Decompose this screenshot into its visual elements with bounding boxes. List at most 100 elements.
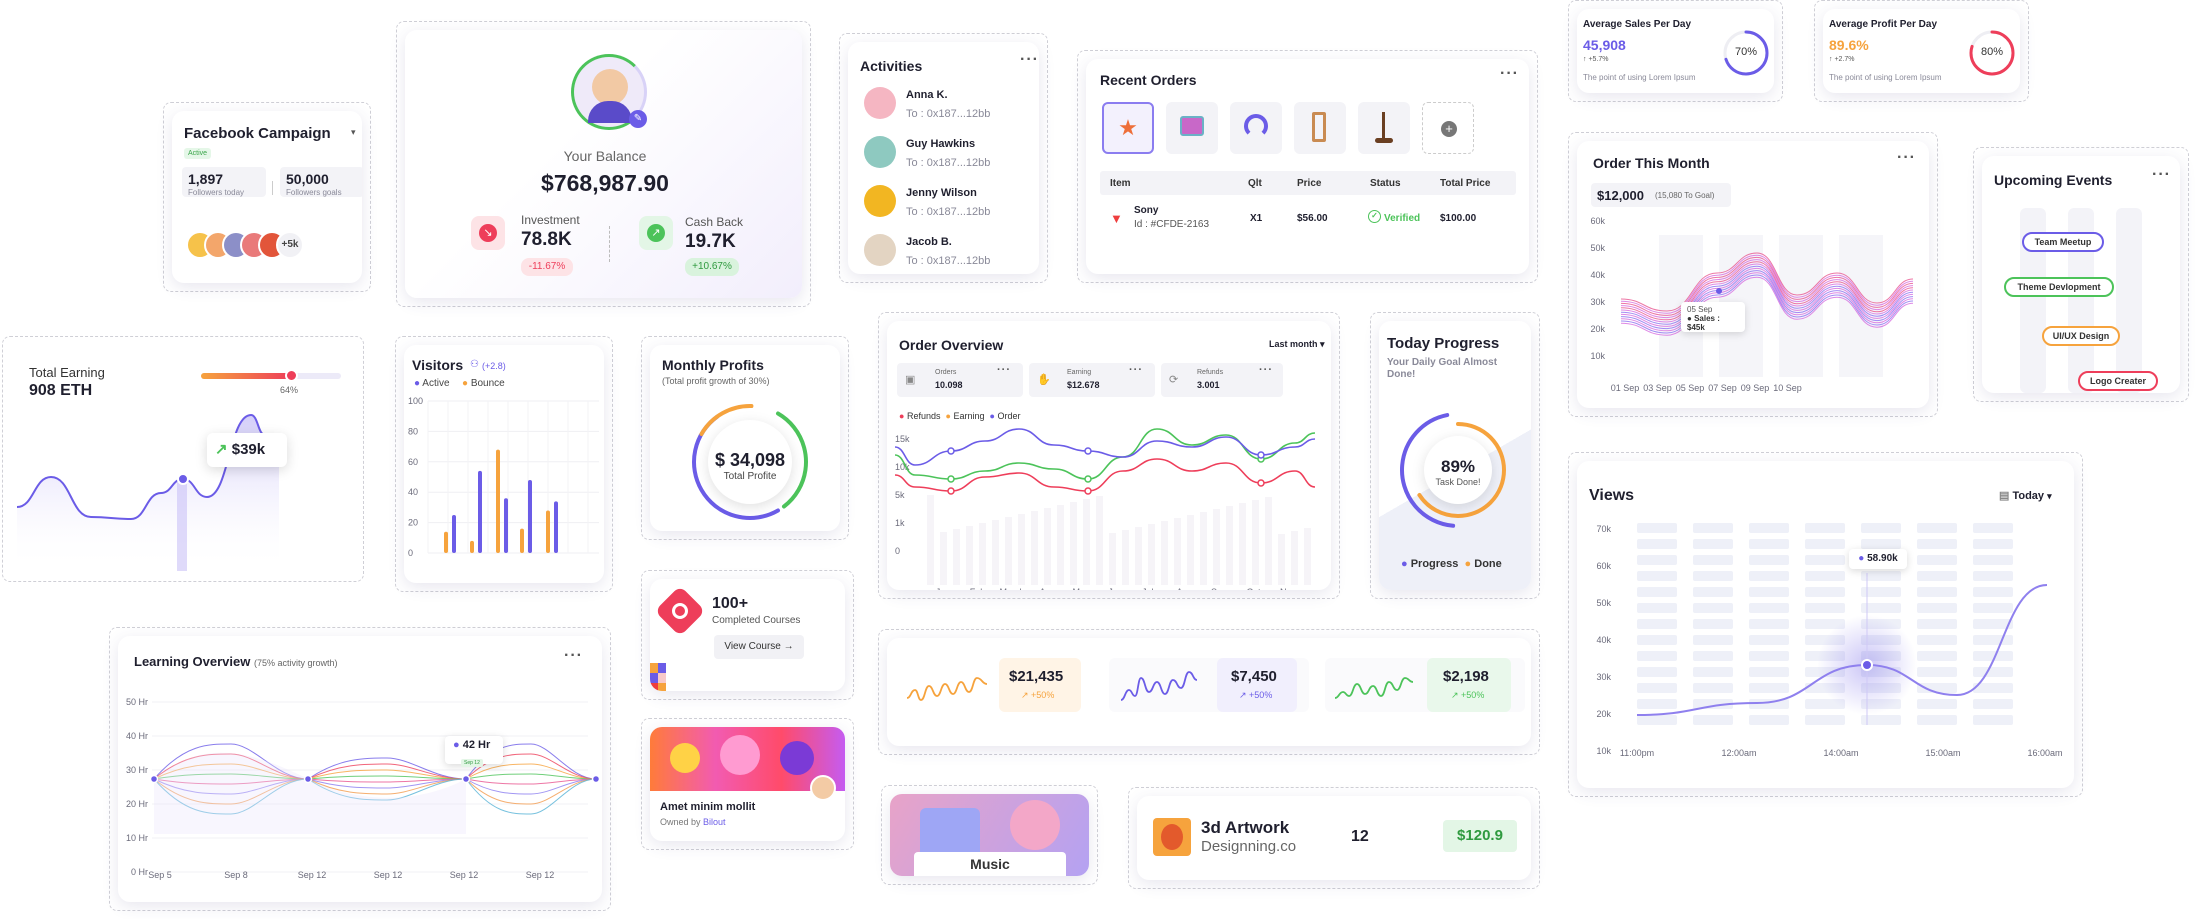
heat-cell bbox=[1749, 715, 1789, 725]
x-tick-label: Nov bbox=[1280, 587, 1297, 590]
heat-cell bbox=[1637, 667, 1677, 677]
chevron-down-icon[interactable]: ▾ bbox=[351, 127, 356, 138]
progress-knob[interactable] bbox=[284, 369, 298, 382]
divider bbox=[609, 226, 610, 262]
product-tv[interactable] bbox=[1166, 102, 1218, 154]
y-tick-label: 15k bbox=[895, 434, 910, 444]
more-options-icon[interactable]: ··· bbox=[1500, 65, 1519, 83]
avg-profit-change: ↑ +2.7% bbox=[1829, 56, 1855, 63]
bar-active bbox=[554, 501, 558, 553]
more-avatars-badge[interactable]: +5k bbox=[276, 231, 304, 259]
legend: ● Progress ● Done bbox=[1401, 558, 1502, 570]
y-tick-label: 0 bbox=[895, 546, 900, 556]
y-tick-label: 20k bbox=[1596, 709, 1611, 719]
note-text: The point of using Lorem Ipsum bbox=[1583, 73, 1696, 82]
earning-progress-bar bbox=[201, 373, 341, 379]
earning-value: 908 ETH bbox=[29, 382, 93, 399]
heat-cell bbox=[1693, 683, 1733, 693]
music-shape bbox=[1010, 800, 1060, 850]
item-id: Id : #CFDE-2163 bbox=[1134, 219, 1210, 230]
data-point bbox=[947, 475, 955, 483]
heat-cell bbox=[1749, 523, 1789, 533]
mini-chart-purple bbox=[1120, 671, 1198, 701]
event-theme-development[interactable]: Theme Devlopment bbox=[2004, 277, 2114, 297]
heat-cell bbox=[1637, 571, 1677, 581]
more-options-icon[interactable]: ··· bbox=[1020, 51, 1039, 69]
mini-change-value: +50% bbox=[1461, 690, 1485, 700]
event-logo-creater[interactable]: Logo Creater bbox=[2078, 371, 2158, 391]
background-bar bbox=[966, 526, 973, 585]
x-tick-label: Sep 8 bbox=[224, 870, 248, 880]
table-row[interactable]: ▼ Sony Id : #CFDE-2163 X1 $56.00 ✓ Verif… bbox=[1100, 199, 1516, 239]
mini-stats-card: $21,435 ↗ +50% $7,450 ↗ +50% $2,198 ↗ +5… bbox=[878, 629, 1540, 755]
background-bar bbox=[1122, 530, 1129, 585]
x-tick-label: 07 Sep bbox=[1708, 383, 1737, 393]
product-headphones[interactable] bbox=[1230, 102, 1282, 154]
more-options-icon[interactable]: ··· bbox=[1129, 364, 1143, 376]
order-this-month-card: Order This Month ··· $12,000 (15,080 To … bbox=[1568, 132, 1938, 417]
heat-cell bbox=[1749, 683, 1789, 693]
heat-cell bbox=[1805, 523, 1845, 533]
heat-cell bbox=[1805, 555, 1845, 565]
average-sales-card: Average Sales Per Day 45,908 ↑ +5.7% The… bbox=[1568, 0, 1783, 102]
view-course-button[interactable]: View Course → bbox=[714, 635, 804, 659]
avg-sales-percent: 70% bbox=[1734, 46, 1758, 58]
heat-cell bbox=[1749, 603, 1789, 613]
bar-bounce bbox=[546, 510, 550, 553]
card-title: Today Progress bbox=[1387, 335, 1500, 352]
change-value: +5.7% bbox=[1588, 56, 1609, 63]
stat-value: $12.678 bbox=[1067, 380, 1100, 390]
order-month-chart: 60k50k40k30k20k10k01 Sep 03 Sep 05 Sep 07 S… bbox=[1590, 216, 1914, 393]
add-product-button[interactable]: + bbox=[1422, 102, 1474, 154]
item-status: Verified bbox=[1384, 213, 1421, 224]
event-ui-ux-design[interactable]: UI/UX Design bbox=[2042, 326, 2120, 346]
product-lamp[interactable] bbox=[1358, 102, 1410, 154]
y-tick-label: 40k bbox=[1590, 270, 1605, 280]
heat-cell bbox=[1917, 555, 1957, 565]
background-bar bbox=[1096, 496, 1103, 585]
mini-stat-box: $21,435 ↗ +50% bbox=[999, 658, 1081, 712]
more-options-icon[interactable]: ··· bbox=[564, 647, 583, 665]
stat-value: 3.001 bbox=[1197, 380, 1220, 390]
bar-bounce bbox=[470, 540, 474, 553]
mini-change: ↗ +50% bbox=[1021, 690, 1055, 700]
bar-active bbox=[478, 470, 482, 553]
more-options-icon[interactable]: ··· bbox=[1259, 364, 1273, 376]
data-point bbox=[1257, 479, 1265, 487]
more-options-icon[interactable]: ··· bbox=[2152, 166, 2171, 184]
data-point bbox=[947, 487, 955, 495]
heat-cell bbox=[1861, 523, 1901, 533]
period-select[interactable]: ▤ Today ▾ bbox=[1999, 489, 2052, 502]
event-team-meetup[interactable]: Team Meetup bbox=[2022, 232, 2104, 252]
product-tshirt[interactable]: ★ bbox=[1102, 102, 1154, 154]
heat-cell bbox=[1749, 555, 1789, 565]
owner-avatar bbox=[810, 775, 836, 801]
activity-address: To : 0x187...12bb bbox=[906, 157, 991, 169]
heat-cell bbox=[1693, 523, 1733, 533]
heat-cell bbox=[1917, 523, 1957, 533]
background-bar bbox=[1304, 528, 1311, 585]
more-options-icon[interactable]: ··· bbox=[997, 364, 1011, 376]
investment-change: -11.67% bbox=[521, 258, 573, 276]
card-title: Facebook Campaign bbox=[184, 125, 331, 142]
heat-cell bbox=[1973, 699, 2013, 709]
x-tick-label: 16:00am bbox=[2027, 748, 2062, 758]
heat-cell bbox=[1749, 587, 1789, 597]
edit-icon[interactable]: ✎ bbox=[629, 110, 647, 128]
avg-profit-percent: 80% bbox=[1980, 46, 2004, 58]
legend-label: Earning bbox=[953, 411, 985, 421]
cashback-change: +10.67% bbox=[685, 258, 739, 276]
heat-cell bbox=[1693, 587, 1733, 597]
music-shape bbox=[920, 808, 980, 858]
nft-card: Amet minim mollit Owned by Bilout bbox=[641, 718, 854, 850]
more-options-icon[interactable]: ··· bbox=[1897, 149, 1916, 167]
product-chair[interactable] bbox=[1294, 102, 1346, 154]
y-tick-label: 30k bbox=[1596, 672, 1611, 682]
period-select[interactable]: Last month ▾ bbox=[1269, 339, 1325, 350]
mini-value: $7,450 bbox=[1231, 668, 1277, 685]
y-tick-label: 60 bbox=[408, 457, 418, 467]
music-label-bar[interactable]: Music bbox=[914, 852, 1066, 876]
arrow-right-icon: → bbox=[783, 641, 794, 652]
views-chart: 70k 60k 50k 40k 30k 20k 10k 11:00pm 12:00am 14:00… bbox=[1596, 523, 2063, 758]
owner-link[interactable]: Bilout bbox=[703, 817, 726, 827]
